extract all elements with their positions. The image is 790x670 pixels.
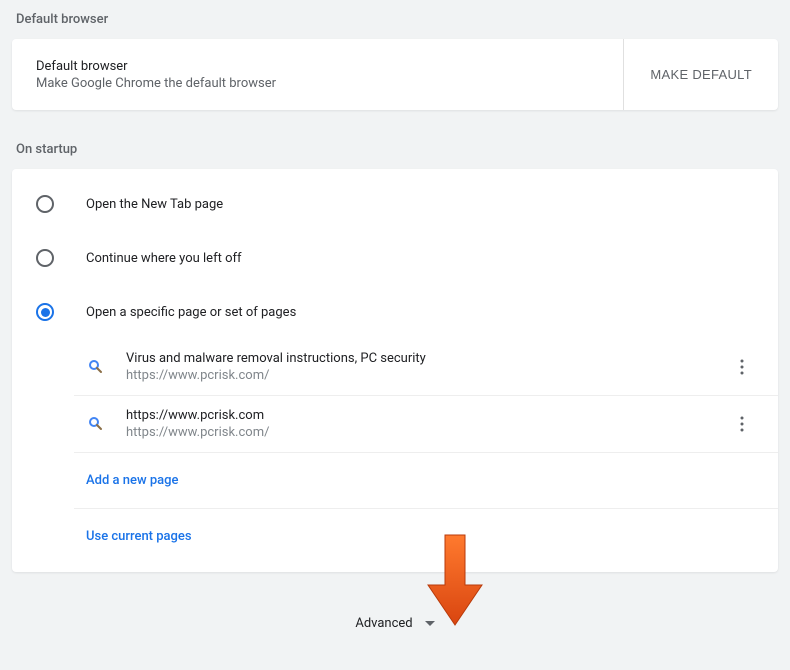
page-menu-button[interactable] (730, 412, 754, 436)
startup-page-title: https://www.pcrisk.com (126, 408, 730, 423)
startup-page-title: Virus and malware removal instructions, … (126, 351, 730, 366)
startup-page-info: Virus and malware removal instructions, … (126, 351, 730, 383)
radio-icon-selected (36, 303, 54, 321)
add-new-page-link: Add a new page (86, 473, 178, 488)
startup-option-label: Open a specific page or set of pages (86, 305, 296, 320)
default-browser-title: Default browser (36, 59, 276, 74)
startup-page-row: https://www.pcrisk.com https://www.pcris… (74, 396, 778, 453)
default-browser-card: Default browser Make Google Chrome the d… (12, 39, 778, 110)
magnifier-favicon-icon (86, 357, 106, 377)
on-startup-card: Open the New Tab page Continue where you… (12, 169, 778, 572)
startup-option-label: Open the New Tab page (86, 197, 223, 212)
advanced-toggle[interactable]: Advanced (12, 592, 778, 655)
use-current-pages-row[interactable]: Use current pages (74, 509, 778, 564)
radio-icon (36, 249, 54, 267)
page-menu-button[interactable] (730, 355, 754, 379)
caret-down-icon (425, 621, 435, 626)
startup-page-info: https://www.pcrisk.com https://www.pcris… (126, 408, 730, 440)
startup-option-new-tab[interactable]: Open the New Tab page (12, 177, 778, 231)
startup-page-row: Virus and malware removal instructions, … (74, 339, 778, 396)
default-browser-info: Default browser Make Google Chrome the d… (12, 41, 300, 109)
default-browser-section-header: Default browser (12, 0, 778, 39)
startup-option-label: Continue where you left off (86, 251, 242, 266)
startup-page-url: https://www.pcrisk.com/ (126, 368, 730, 383)
startup-page-url: https://www.pcrisk.com/ (126, 425, 730, 440)
vertical-dots-icon (740, 416, 744, 432)
default-browser-subtitle: Make Google Chrome the default browser (36, 76, 276, 91)
make-default-button[interactable]: MAKE DEFAULT (623, 39, 778, 110)
advanced-label: Advanced (355, 616, 412, 631)
radio-icon (36, 195, 54, 213)
startup-option-continue[interactable]: Continue where you left off (12, 231, 778, 285)
startup-pages-list: Virus and malware removal instructions, … (12, 339, 778, 564)
vertical-dots-icon (740, 359, 744, 375)
use-current-pages-link: Use current pages (86, 529, 192, 544)
on-startup-section-header: On startup (12, 130, 778, 169)
magnifier-favicon-icon (86, 414, 106, 434)
add-new-page-row[interactable]: Add a new page (74, 453, 778, 509)
startup-option-specific-pages[interactable]: Open a specific page or set of pages (12, 285, 778, 339)
